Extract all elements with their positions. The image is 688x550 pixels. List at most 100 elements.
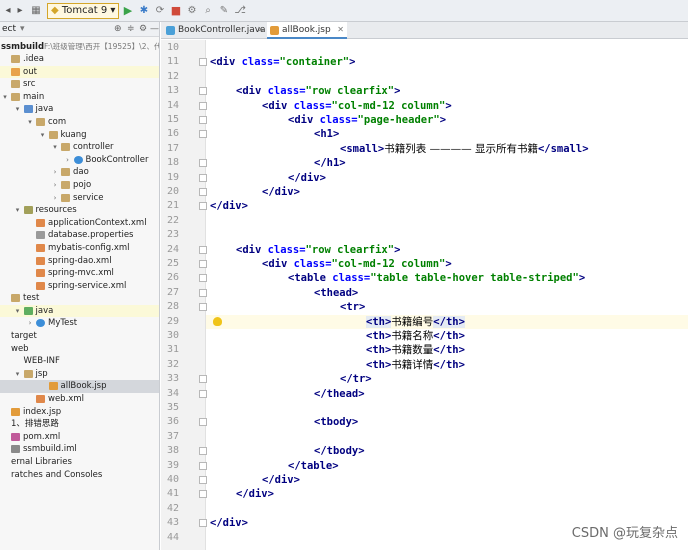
fold-marker[interactable] — [199, 389, 207, 398]
tree-item[interactable]: › pojo — [0, 179, 159, 192]
back-icon[interactable]: ◂ — [2, 5, 14, 17]
collapse-icon[interactable]: ≑ — [127, 22, 135, 36]
code-line[interactable]: <small>书籍列表 ———— 显示所有书籍</small> — [340, 142, 589, 156]
tree-item[interactable]: ▾ kuang — [0, 129, 159, 142]
build-icon[interactable]: ⚙ — [186, 5, 198, 17]
chevron-down-icon[interactable]: ▾ — [14, 368, 22, 381]
tree-item[interactable]: ▾ java — [0, 304, 159, 318]
fold-marker[interactable] — [199, 447, 207, 456]
tree-item[interactable]: src — [0, 78, 159, 91]
fold-marker[interactable] — [199, 159, 207, 168]
tree-item[interactable]: spring-mvc.xml — [0, 267, 159, 280]
code-line[interactable]: <th>书籍数量</th> — [366, 343, 465, 357]
tree-item[interactable]: index.jsp — [0, 406, 159, 419]
chevron-down-icon[interactable]: ▾ — [14, 305, 22, 318]
tree-item[interactable]: › dao — [0, 166, 159, 179]
tree-item[interactable]: spring-dao.xml — [0, 255, 159, 268]
code-line[interactable]: </div> — [236, 487, 274, 501]
tab-allbook[interactable]: allBook.jsp ✕ — [267, 22, 347, 39]
tree-item[interactable]: ssmbuild.iml — [0, 443, 159, 456]
tree-item[interactable]: target — [0, 330, 159, 343]
fold-marker[interactable] — [199, 274, 207, 283]
search-everywhere-icon[interactable]: ⌕ — [202, 5, 214, 17]
fold-marker[interactable] — [199, 260, 207, 268]
tree-item[interactable]: .idea — [0, 53, 159, 66]
tab-bookcontroller[interactable]: BookController.java ✕ — [163, 22, 267, 39]
close-icon[interactable]: ✕ — [257, 22, 264, 38]
chevron-down-icon[interactable]: ▾ — [14, 204, 22, 217]
fold-marker[interactable] — [199, 188, 207, 196]
fold-marker[interactable] — [199, 245, 207, 254]
code-line[interactable]: <th>书籍详情</th> — [366, 358, 465, 372]
code-line[interactable]: <div class="col-md-12 column"> — [262, 257, 452, 271]
code-line[interactable]: <thead> — [314, 286, 358, 300]
chevron-down-icon[interactable]: ▾ — [26, 116, 34, 129]
code-line[interactable]: </table> — [288, 459, 339, 473]
code-line[interactable]: </tr> — [340, 372, 372, 386]
code-line[interactable]: <th>书籍编号</th> — [366, 315, 465, 329]
tree-item[interactable]: test — [0, 292, 159, 305]
tree-item[interactable]: applicationContext.xml — [0, 217, 159, 230]
code-line[interactable]: <div class="row clearfix"> — [236, 84, 400, 98]
fold-marker[interactable] — [199, 476, 207, 484]
vcs-icon[interactable]: ⎇ — [234, 5, 246, 17]
fold-marker[interactable] — [199, 202, 207, 211]
fold-marker[interactable] — [199, 288, 207, 297]
tree-item[interactable]: › service — [0, 192, 159, 205]
chevron-right-icon[interactable]: › — [64, 154, 72, 167]
chevron-down-icon[interactable]: ▾ — [51, 141, 59, 154]
project-root[interactable]: ssmbuild F:\班级管理\西开【19525】\2、代码\ssm — [0, 41, 159, 53]
tree-item[interactable]: ▾ jsp — [0, 368, 159, 381]
tree-item[interactable]: 1、排错思路 — [0, 418, 159, 431]
code-line[interactable]: <div class="col-md-12 column"> — [262, 99, 452, 113]
code-line[interactable]: <div class="row clearfix"> — [236, 243, 400, 257]
code-line[interactable]: </tbody> — [314, 444, 365, 458]
code-line[interactable]: <tbody> — [314, 415, 358, 429]
tree-item[interactable]: ▾ java — [0, 103, 159, 116]
debug-icon[interactable]: ✱ — [138, 5, 150, 17]
fold-marker[interactable] — [199, 519, 207, 528]
code-line[interactable]: </div> — [210, 516, 248, 530]
lightbulb-icon[interactable] — [213, 316, 222, 326]
close-icon[interactable]: ✕ — [337, 22, 344, 38]
chevron-right-icon[interactable]: › — [51, 166, 59, 179]
fold-marker[interactable] — [199, 303, 207, 312]
chevron-down-icon[interactable]: ▾ — [14, 103, 22, 116]
dropdown-icon[interactable]: ▾ — [20, 22, 25, 36]
tree-item[interactable]: ▾ resources — [0, 204, 159, 217]
tree-item[interactable]: › BookController — [0, 154, 159, 167]
chevron-down-icon[interactable]: ▾ — [39, 129, 47, 142]
code-line[interactable]: <table class="table table-hover table-st… — [288, 271, 585, 285]
hide-icon[interactable]: — — [150, 22, 159, 36]
chevron-down-icon[interactable]: ▾ — [1, 91, 9, 104]
tree-item[interactable]: allBook.jsp — [0, 380, 159, 394]
tree-item[interactable]: mybatis-config.xml — [0, 242, 159, 255]
code-line[interactable]: </div> — [288, 171, 326, 185]
code-line[interactable]: </div> — [210, 199, 248, 213]
fold-marker[interactable] — [199, 87, 207, 96]
code-line[interactable]: </h1> — [314, 156, 346, 170]
run-config-select[interactable]: ◆ Tomcat 9 ▾ — [47, 3, 120, 19]
tree-item[interactable]: ▾ com — [0, 116, 159, 129]
code-line[interactable]: <tr> — [340, 300, 365, 314]
chevron-right-icon[interactable]: › — [51, 192, 59, 205]
fold-marker[interactable] — [199, 418, 207, 427]
code-line[interactable]: </div> — [262, 473, 300, 487]
tree-item[interactable]: spring-service.xml — [0, 280, 159, 293]
fold-marker[interactable] — [199, 490, 207, 499]
tree-item[interactable]: web.xml — [0, 393, 159, 406]
tree-item[interactable]: ▾ main — [0, 91, 159, 104]
code-line[interactable]: </div> — [262, 185, 300, 199]
coverage-icon[interactable]: ⟳ — [154, 5, 166, 17]
tree-item[interactable]: web — [0, 343, 159, 356]
tree-item[interactable]: › MyTest — [0, 317, 159, 330]
gear-icon[interactable]: ⚙ — [139, 22, 147, 36]
fold-marker[interactable] — [199, 461, 207, 470]
fold-marker[interactable] — [199, 101, 207, 110]
project-structure-icon[interactable]: ▦ — [30, 5, 42, 17]
forward-icon[interactable]: ▸ — [14, 5, 26, 17]
tree-item[interactable]: ratches and Consoles — [0, 469, 159, 482]
fold-marker[interactable] — [199, 116, 207, 124]
tree-item[interactable]: out — [0, 65, 159, 79]
chevron-right-icon[interactable]: › — [51, 179, 59, 192]
